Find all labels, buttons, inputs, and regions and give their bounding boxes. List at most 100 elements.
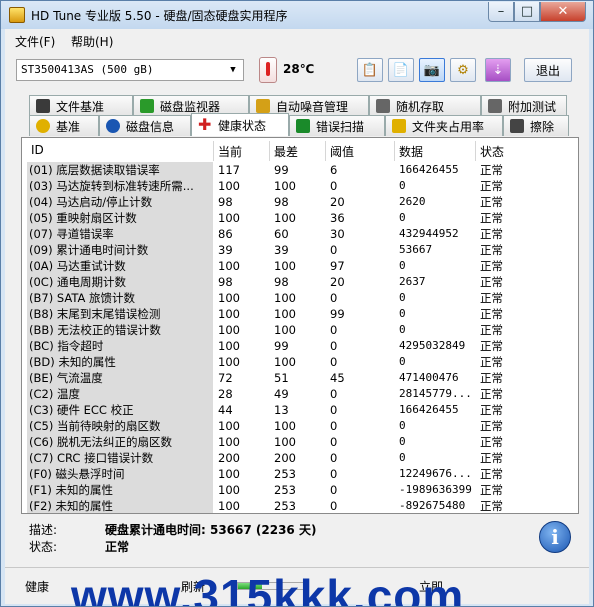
toolbar: ST3500413AS (500 gB) ▼ 28℃ 📋 📄 📷 ⚙ ⇣ 退出 xyxy=(5,53,589,91)
row-data-cell: -892675480 xyxy=(399,499,466,512)
table-row[interactable]: (04) 马达启动/停止计数 98 98 20 2620 正常 xyxy=(27,194,575,210)
table-row[interactable]: (C7) CRC 接口错误计数 200 200 0 0 正常 xyxy=(27,450,575,466)
row-worst-cell: 98 xyxy=(274,275,289,289)
table-row[interactable]: (C6) 脱机无法纠正的扇区数 100 100 0 0 正常 xyxy=(27,434,575,450)
tab-file-benchmark[interactable]: 文件基准 xyxy=(29,95,133,116)
row-threshold-cell: 0 xyxy=(330,483,338,497)
smart-table[interactable]: ID 当前 最差 阈值 数据 状态 (01) 底层数据读取错误率 117 99 6 16… xyxy=(27,141,575,513)
table-row[interactable]: (F0) 磁头悬浮时间 100 253 0 12249676... 正常 xyxy=(27,466,575,482)
minimize-button[interactable]: – xyxy=(488,2,514,22)
close-button[interactable]: ✕ xyxy=(540,2,586,22)
copy-alt-button[interactable]: 📄 xyxy=(388,58,414,82)
row-status-cell: 正常 xyxy=(480,371,503,385)
header-id[interactable]: ID xyxy=(31,143,44,157)
row-worst-cell: 200 xyxy=(274,451,296,465)
tab-erase[interactable]: 擦除 xyxy=(503,115,569,136)
row-current-cell: 100 xyxy=(218,179,240,193)
table-row[interactable]: (0A) 马达重试计数 100 100 97 0 正常 xyxy=(27,258,575,274)
drive-select[interactable]: ST3500413AS (500 gB) ▼ xyxy=(16,59,244,81)
exit-button[interactable]: 退出 xyxy=(524,58,572,82)
row-worst-cell: 100 xyxy=(274,179,296,193)
header-threshold[interactable]: 阈值 xyxy=(330,143,354,160)
row-status-cell: 正常 xyxy=(480,163,503,177)
settings-icon: ⚙ xyxy=(457,62,469,78)
table-row[interactable]: (09) 累计通电时间计数 39 39 0 53667 正常 xyxy=(27,242,575,258)
app-icon xyxy=(9,7,25,23)
copy-icon: 📋 xyxy=(361,62,379,78)
table-row[interactable]: (B8) 末尾到末尾错误检测 100 100 99 0 正常 xyxy=(27,306,575,322)
header-worst[interactable]: 最差 xyxy=(274,143,298,160)
row-current-cell: 100 xyxy=(218,499,240,513)
row-threshold-cell: 20 xyxy=(330,275,345,289)
header-divider xyxy=(475,141,476,161)
title-bar[interactable]: HD Tune 专业版 5.50 - 硬盘/固态硬盘实用程序 – □ ✕ xyxy=(1,1,593,29)
row-current-cell: 200 xyxy=(218,451,240,465)
client-area: 文件(F) 帮助(H) ST3500413AS (500 gB) ▼ 28℃ 📋… xyxy=(5,29,589,607)
row-data-cell: 2620 xyxy=(399,195,426,208)
table-row[interactable]: (BD) 未知的属性 100 100 0 0 正常 xyxy=(27,354,575,370)
table-row[interactable]: (C2) 温度 28 49 0 28145779... 正常 xyxy=(27,386,575,402)
tab-benchmark[interactable]: 基准 xyxy=(29,115,99,136)
row-worst-cell: 100 xyxy=(274,435,296,449)
table-row[interactable]: (C5) 当前待映射的扇区数 100 100 0 0 正常 xyxy=(27,418,575,434)
options-button[interactable]: ⚙ xyxy=(450,58,476,82)
row-worst-cell: 60 xyxy=(274,227,289,241)
row-data-cell: 0 xyxy=(399,259,406,272)
bulb-icon xyxy=(36,119,50,133)
row-data-cell: 0 xyxy=(399,307,406,320)
table-row[interactable]: (B7) SATA 旅馈计数 100 100 0 0 正常 xyxy=(27,290,575,306)
save-button[interactable]: ⇣ xyxy=(485,58,511,82)
tab-disk-info[interactable]: 磁盘信息 xyxy=(99,115,191,136)
header-divider xyxy=(325,141,326,161)
table-row[interactable]: (BE) 气流温度 72 51 45 471400476 正常 xyxy=(27,370,575,386)
row-id-cell: (07) 寻道错误率 xyxy=(27,226,213,242)
row-status-cell: 正常 xyxy=(480,499,503,513)
copy-button[interactable]: 📋 xyxy=(357,58,383,82)
row-id-cell: (C6) 脱机无法纠正的扇区数 xyxy=(27,434,213,450)
watermark: www.315kkk.com xyxy=(71,570,465,607)
row-status-cell: 正常 xyxy=(480,339,503,353)
row-data-cell: 0 xyxy=(399,451,406,464)
table-row[interactable]: (0C) 通电周期计数 98 98 20 2637 正常 xyxy=(27,274,575,290)
header-status[interactable]: 状态 xyxy=(480,143,504,160)
table-row[interactable]: (05) 重映射扇区计数 100 100 36 0 正常 xyxy=(27,210,575,226)
table-row[interactable]: (C3) 硬件 ECC 校正 44 13 0 166426455 正常 xyxy=(27,402,575,418)
row-data-cell: 12249676... xyxy=(399,467,472,480)
table-row[interactable]: (07) 寻道错误率 86 60 30 432944952 正常 xyxy=(27,226,575,242)
tab-random-access[interactable]: 随机存取 xyxy=(369,95,481,116)
row-id-cell: (05) 重映射扇区计数 xyxy=(27,210,213,226)
header-data[interactable]: 数据 xyxy=(399,143,423,160)
row-current-cell: 86 xyxy=(218,227,233,241)
row-id-cell: (0C) 通电周期计数 xyxy=(27,274,213,290)
tab-extra-tests[interactable]: 附加测试 xyxy=(481,95,567,116)
maximize-button[interactable]: □ xyxy=(514,2,540,22)
row-id-cell: (B8) 末尾到末尾错误检测 xyxy=(27,306,213,322)
table-row[interactable]: (BB) 无法校正的错误计数 100 100 0 0 正常 xyxy=(27,322,575,338)
tab-folder-usage[interactable]: 文件夹占用率 xyxy=(385,115,503,136)
table-row[interactable]: (BC) 指令超时 100 99 0 4295032849 正常 xyxy=(27,338,575,354)
row-current-cell: 98 xyxy=(218,195,233,209)
trash-icon xyxy=(510,119,524,133)
description-area: 描述: 硬盘累计通电时间: 53667 (2236 天) 状态: 正常 i xyxy=(21,519,579,559)
row-id-cell: (C3) 硬件 ECC 校正 xyxy=(27,402,213,418)
row-threshold-cell: 6 xyxy=(330,163,338,177)
header-current[interactable]: 当前 xyxy=(218,143,242,160)
menu-file[interactable]: 文件(F) xyxy=(15,33,55,50)
info-button[interactable]: i xyxy=(539,521,571,553)
health-panel: ID 当前 最差 阈值 数据 状态 (01) 底层数据读取错误率 117 99 6 16… xyxy=(21,137,579,514)
row-id-cell: (09) 累计通电时间计数 xyxy=(27,242,213,258)
menu-help[interactable]: 帮助(H) xyxy=(71,33,113,50)
table-row[interactable]: (03) 马达旋转到标准转速所需... 100 100 0 0 正常 xyxy=(27,178,575,194)
table-row[interactable]: (F2) 未知的属性 100 253 0 -892675480 正常 xyxy=(27,498,575,513)
copy-alt-icon: 📄 xyxy=(392,62,410,78)
tab-health[interactable]: ✚ 健康状态 xyxy=(191,113,289,136)
table-row[interactable]: (01) 底层数据读取错误率 117 99 6 166426455 正常 xyxy=(27,162,575,178)
status-label: 状态: xyxy=(29,540,58,554)
row-worst-cell: 13 xyxy=(274,403,289,417)
download-icon: ⇣ xyxy=(492,62,504,78)
tab-error-scan[interactable]: 错误扫描 xyxy=(289,115,385,136)
bottom-bar: 健康 刷新 立即 www.315kkk.com xyxy=(5,567,589,607)
table-row[interactable]: (F1) 未知的属性 100 253 0 -1989636399 正常 xyxy=(27,482,575,498)
row-worst-cell: 99 xyxy=(274,339,289,353)
screenshot-button[interactable]: 📷 xyxy=(419,58,445,82)
